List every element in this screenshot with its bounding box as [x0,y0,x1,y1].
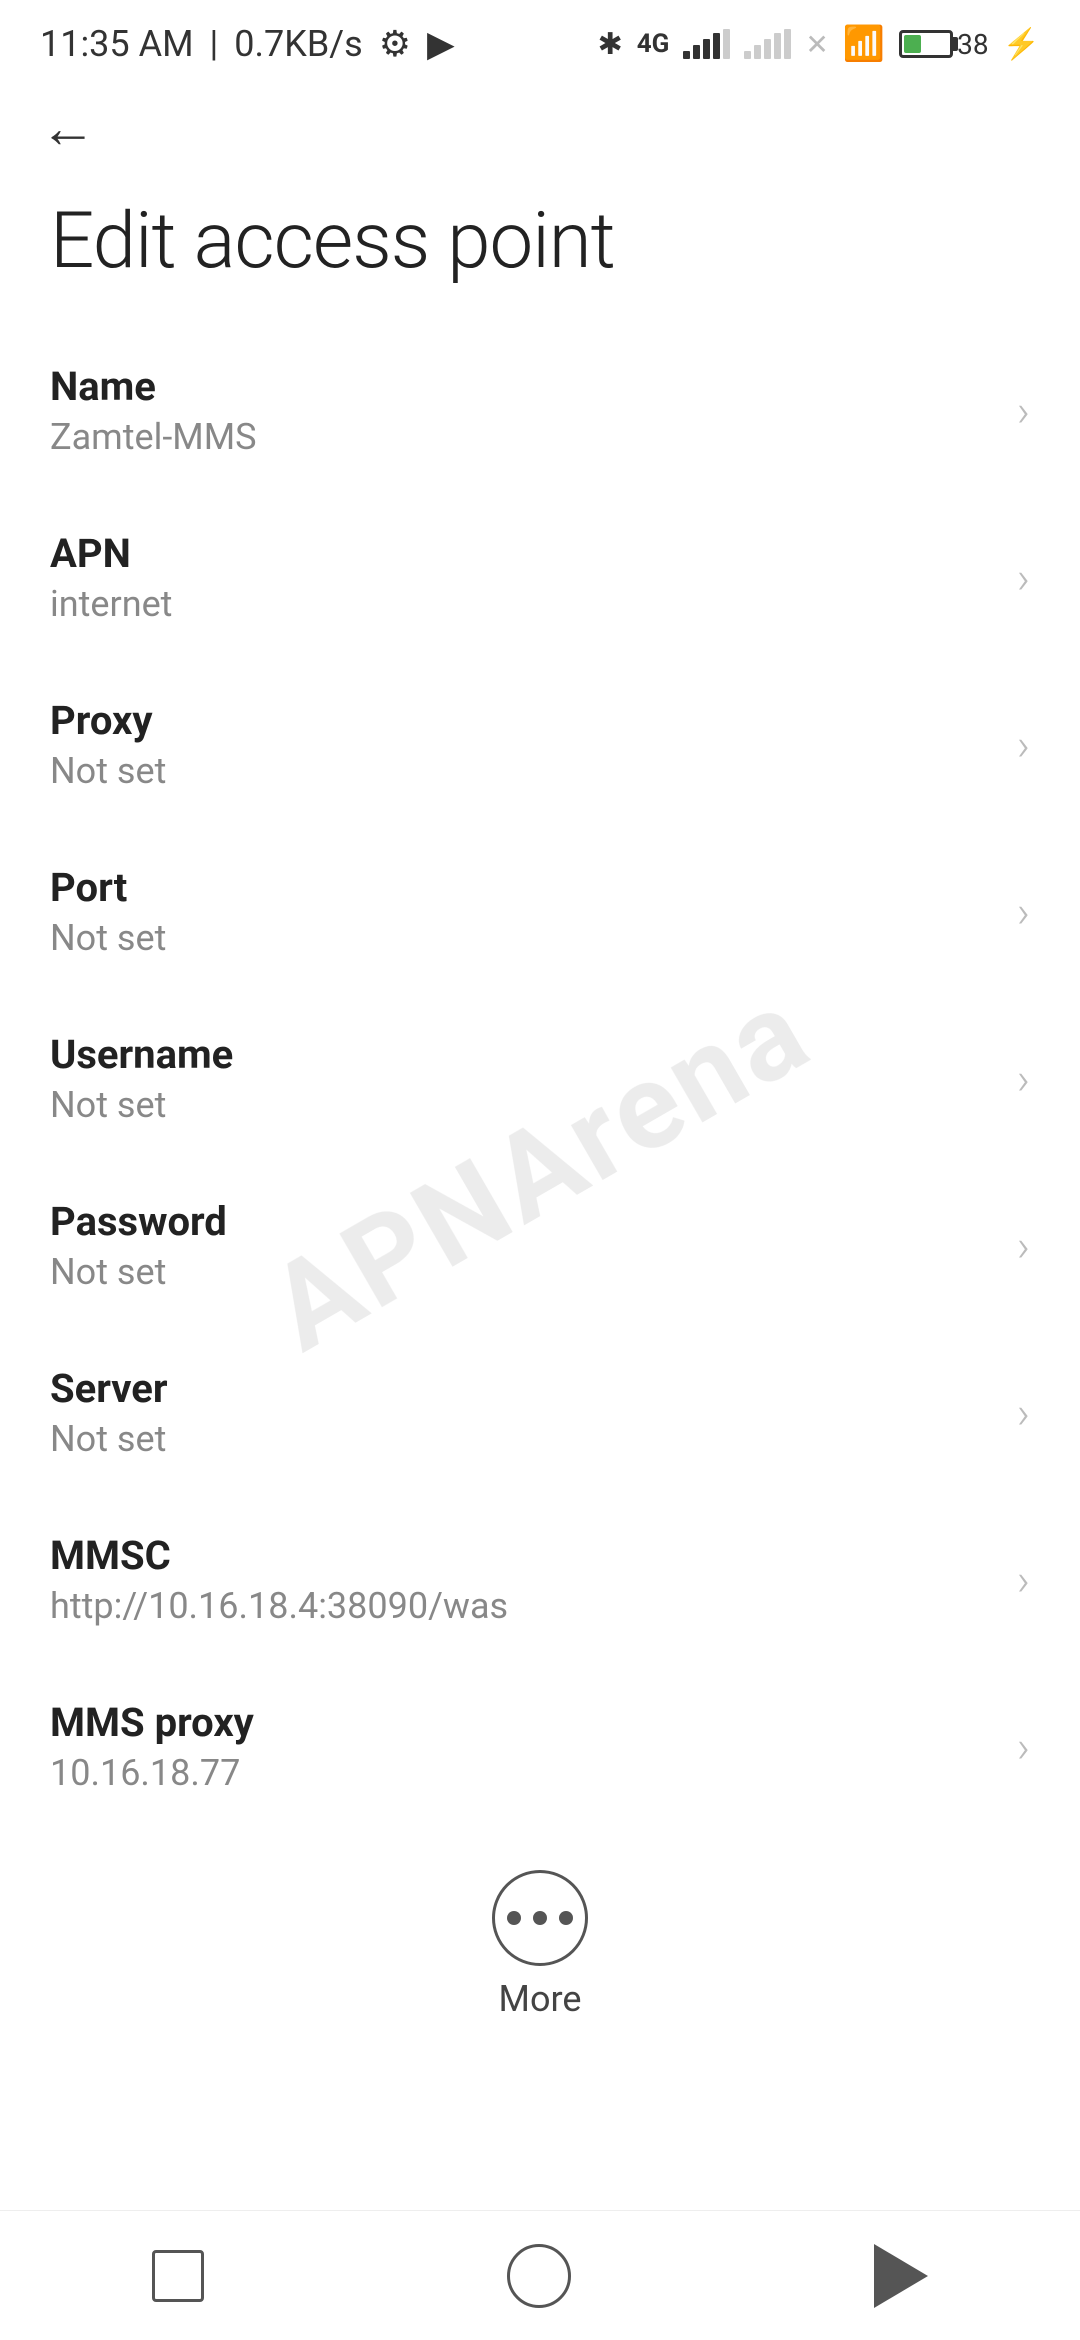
settings-item-server[interactable]: Server Not set › [0,1329,1080,1496]
settings-list: Name Zamtel-MMS › APN internet › Proxy N… [0,327,1080,1830]
battery-container: 38 [899,28,988,61]
settings-item-username[interactable]: Username Not set › [0,995,1080,1162]
settings-label-mms-proxy: MMS proxy [50,1699,997,1746]
settings-item-apn-content: APN internet [50,530,997,625]
chevron-icon-mmsc: › [1017,1554,1030,1606]
more-label: More [499,1978,582,2020]
settings-label-server: Server [50,1365,997,1412]
speed-display: 0.7KB/s [234,23,362,65]
charge-icon: ⚡ [1003,27,1040,62]
settings-value-name: Zamtel-MMS [50,416,997,458]
settings-label-mmsc: MMSC [50,1532,997,1579]
time-display: 11:35 AM [40,23,194,65]
nav-home-button[interactable] [507,2244,571,2308]
page-title: Edit access point [0,166,1080,327]
dot-3 [559,1911,573,1925]
chevron-icon-apn: › [1017,552,1030,604]
settings-value-proxy: Not set [50,750,997,792]
more-dots [507,1911,573,1925]
signal-bars-2 [744,29,791,59]
status-bar: 11:35 AM | 0.7KB/s ⚙ ▶ ✱ 4G ✕ 📶 38 [0,0,1080,80]
nav-recents-button[interactable] [152,2250,204,2302]
bluetooth-icon: ✱ [598,27,623,62]
battery-percent: 38 [957,28,988,61]
battery-icon [899,30,953,58]
settings-item-proxy[interactable]: Proxy Not set › [0,661,1080,828]
status-left: 11:35 AM | 0.7KB/s ⚙ ▶ [40,23,455,65]
chevron-icon-server: › [1017,1387,1030,1439]
no-signal-icon: ✕ [805,28,828,61]
nav-back-button[interactable] [874,2244,928,2308]
settings-label-apn: APN [50,530,997,577]
status-right: ✱ 4G ✕ 📶 38 ⚡ [598,24,1040,64]
settings-item-proxy-content: Proxy Not set [50,697,997,792]
settings-item-server-content: Server Not set [50,1365,997,1460]
chevron-icon-name: › [1017,385,1030,437]
settings-item-username-content: Username Not set [50,1031,997,1126]
settings-label-name: Name [50,363,997,410]
settings-icon: ⚙ [379,23,411,65]
back-button[interactable]: ← [0,80,1080,166]
camera-icon: ▶ [427,23,455,65]
settings-value-mms-proxy: 10.16.18.77 [50,1752,997,1794]
chevron-icon-username: › [1017,1053,1030,1105]
settings-item-apn[interactable]: APN internet › [0,494,1080,661]
more-button[interactable] [492,1870,588,1966]
settings-item-name[interactable]: Name Zamtel-MMS › [0,327,1080,494]
settings-item-port[interactable]: Port Not set › [0,828,1080,995]
chevron-icon-proxy: › [1017,719,1030,771]
settings-value-mmsc: http://10.16.18.4:38090/was [50,1585,997,1627]
chevron-icon-port: › [1017,886,1030,938]
settings-item-name-content: Name Zamtel-MMS [50,363,997,458]
settings-item-mmsc[interactable]: MMSC http://10.16.18.4:38090/was › [0,1496,1080,1663]
settings-value-username: Not set [50,1084,997,1126]
settings-value-password: Not set [50,1251,997,1293]
settings-item-mmsc-content: MMSC http://10.16.18.4:38090/was [50,1532,997,1627]
settings-item-password-content: Password Not set [50,1198,997,1293]
settings-item-password[interactable]: Password Not set › [0,1162,1080,1329]
chevron-icon-password: › [1017,1220,1030,1272]
settings-value-apn: internet [50,583,997,625]
dot-1 [507,1911,521,1925]
settings-label-proxy: Proxy [50,697,997,744]
settings-label-password: Password [50,1198,997,1245]
separator: | [210,23,219,65]
chevron-icon-mms-proxy: › [1017,1721,1030,1773]
settings-label-username: Username [50,1031,997,1078]
settings-value-server: Not set [50,1418,997,1460]
wifi-icon: 📶 [843,24,885,64]
network-4g: 4G [637,29,670,59]
more-button-container[interactable]: More [0,1830,1080,2050]
back-arrow-icon: ← [40,95,96,161]
nav-bar [0,2210,1080,2340]
dot-2 [533,1911,547,1925]
signal-bars-1 [683,29,730,59]
settings-value-port: Not set [50,917,997,959]
settings-item-mms-proxy[interactable]: MMS proxy 10.16.18.77 › [0,1663,1080,1830]
settings-item-mms-proxy-content: MMS proxy 10.16.18.77 [50,1699,997,1794]
settings-item-port-content: Port Not set [50,864,997,959]
settings-label-port: Port [50,864,997,911]
